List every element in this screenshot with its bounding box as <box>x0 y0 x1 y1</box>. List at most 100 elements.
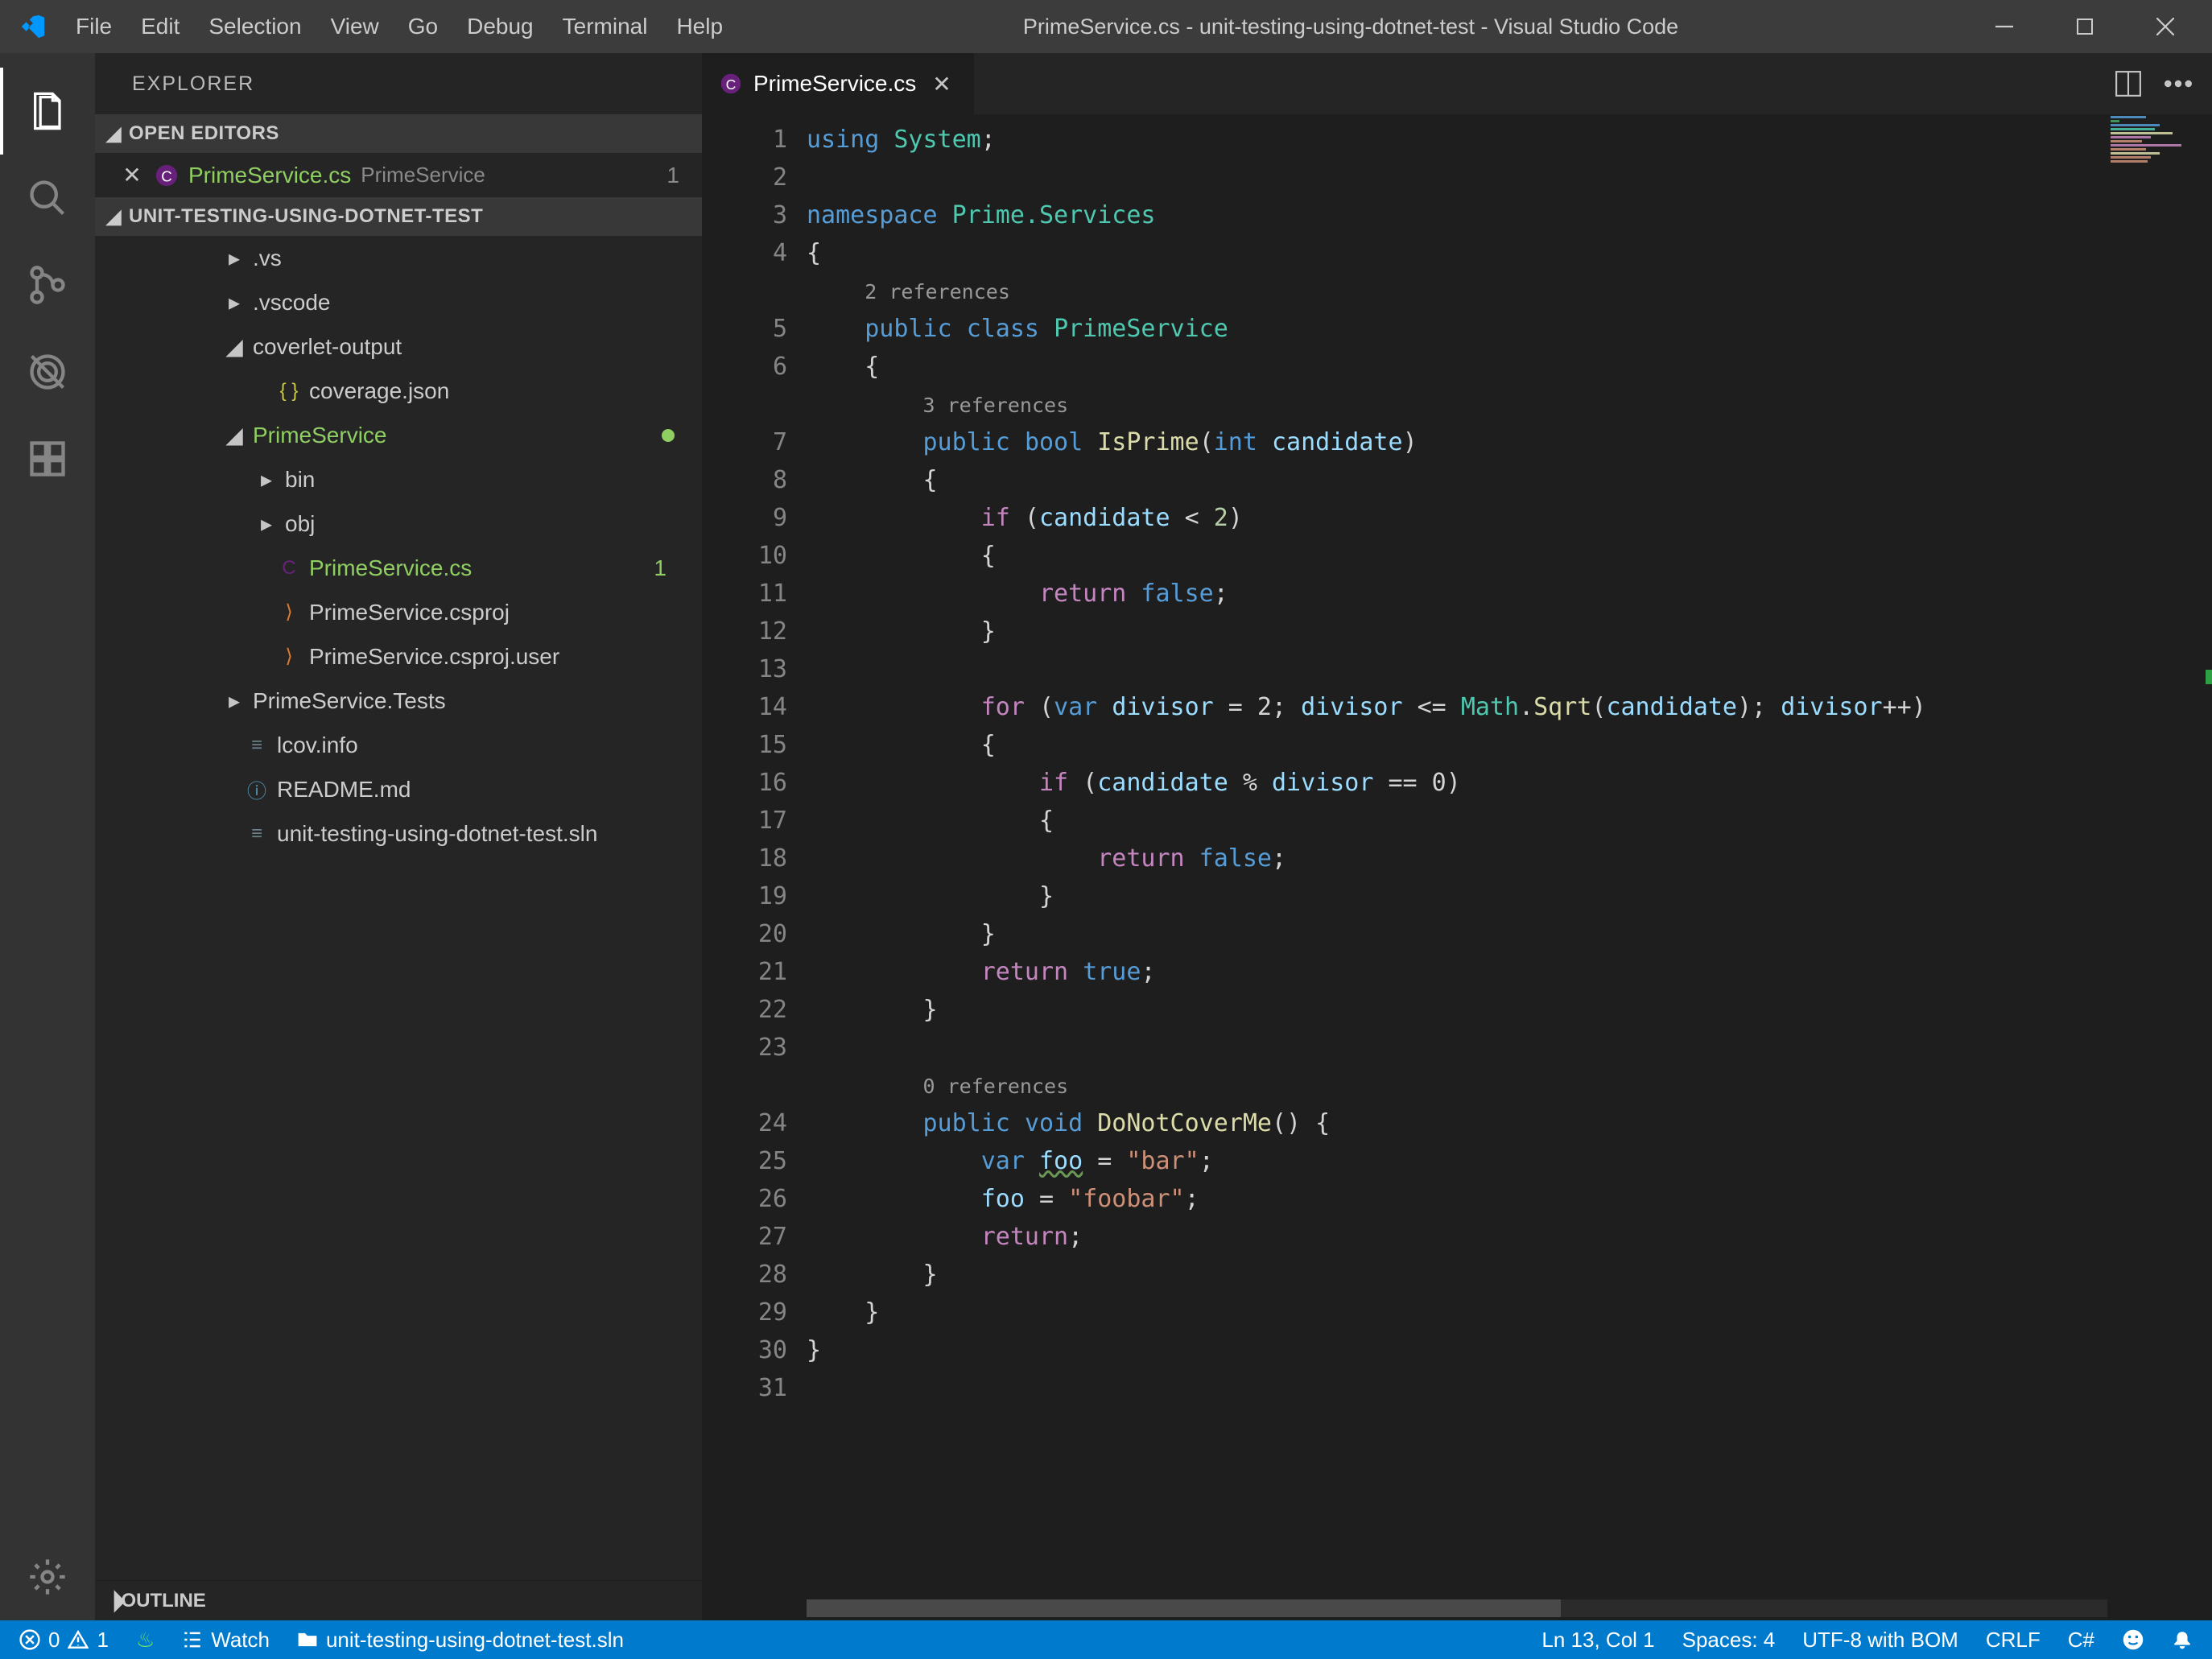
line-number: 26 <box>702 1180 787 1218</box>
activity-debug[interactable] <box>0 328 95 415</box>
code-line: return false; <box>807 840 2212 877</box>
status-spaces[interactable]: Spaces: 4 <box>1678 1620 1781 1659</box>
close-button[interactable] <box>2125 0 2206 53</box>
line-number: 23 <box>702 1029 787 1067</box>
file-coverage-json[interactable]: { }coverage.json <box>95 369 702 413</box>
horizontal-scrollbar[interactable] <box>807 1599 2107 1617</box>
line-number <box>702 272 787 310</box>
code-editor[interactable]: 1234567891011121314151617181920212223242… <box>702 114 2212 1620</box>
line-number: 22 <box>702 991 787 1029</box>
code-line: if (candidate < 2) <box>807 499 2212 537</box>
modified-dot-icon <box>662 429 675 442</box>
line-number: 10 <box>702 537 787 575</box>
menu-file[interactable]: File <box>61 0 126 53</box>
menu-selection[interactable]: Selection <box>194 0 316 53</box>
activity-bar <box>0 53 95 1620</box>
status-lang[interactable]: C# <box>2063 1620 2099 1659</box>
json-icon: { } <box>277 379 301 403</box>
activity-extensions[interactable] <box>0 415 95 502</box>
folder-PrimeService-Tests[interactable]: ▸PrimeService.Tests <box>95 679 702 723</box>
open-editor-item[interactable]: ✕ C PrimeService.cs PrimeService 1 <box>95 153 702 197</box>
open-editors-label: OPEN EDITORS <box>129 122 279 145</box>
tab-close-icon[interactable]: ✕ <box>927 71 955 97</box>
close-icon[interactable]: ✕ <box>119 162 145 188</box>
activity-explorer[interactable] <box>0 68 95 155</box>
menu-debug[interactable]: Debug <box>452 0 548 53</box>
code-line: } <box>807 1294 2212 1331</box>
status-notifications[interactable] <box>2167 1620 2198 1659</box>
status-watch[interactable]: Watch <box>177 1620 274 1659</box>
tree-item-label: coverlet-output <box>253 334 402 360</box>
activity-settings[interactable] <box>0 1533 95 1620</box>
code-line: } <box>807 1256 2212 1294</box>
scrollbar-thumb[interactable] <box>807 1599 1561 1617</box>
folder-coverlet-output[interactable]: ◢coverlet-output <box>95 324 702 369</box>
tab-bar: C PrimeService.cs ✕ <box>702 53 2212 114</box>
file-unit-testing-using-dotnet-test-sln[interactable]: ≡unit-testing-using-dotnet-test.sln <box>95 811 702 856</box>
code-line: { <box>807 461 2212 499</box>
minimize-button[interactable] <box>1964 0 2045 53</box>
maximize-button[interactable] <box>2045 0 2125 53</box>
smiley-icon <box>2122 1628 2144 1651</box>
info-icon: ⓘ <box>245 778 269 802</box>
file-PrimeService-cs[interactable]: CPrimeService.cs1 <box>95 546 702 590</box>
tree-item-label: lcov.info <box>277 733 358 758</box>
status-bar: 0 1 ♨ Watch unit-testing-using-dotnet-te… <box>0 1620 2212 1659</box>
folder-PrimeService[interactable]: ◢PrimeService <box>95 413 702 457</box>
minimap[interactable] <box>2107 114 2196 275</box>
activity-search[interactable] <box>0 155 95 241</box>
xml-icon: ⟩ <box>277 600 301 625</box>
line-number: 16 <box>702 764 787 802</box>
outline-header[interactable]: ◢ OUTLINE <box>95 1580 702 1620</box>
code-line: { <box>807 234 2212 272</box>
code-text[interactable]: using System;namespace Prime.Services{ 2… <box>807 114 2212 1620</box>
folder-obj[interactable]: ▸obj <box>95 501 702 546</box>
code-line: using System; <box>807 121 2212 159</box>
folder--vscode[interactable]: ▸.vscode <box>95 280 702 324</box>
code-line: return true; <box>807 953 2212 991</box>
code-line: } <box>807 991 2212 1029</box>
open-editors-header[interactable]: ◢ OPEN EDITORS <box>95 114 702 153</box>
file-lcov-info[interactable]: ≡lcov.info <box>95 723 702 767</box>
line-number: 13 <box>702 650 787 688</box>
more-actions-icon[interactable] <box>2160 66 2196 101</box>
folder--vs[interactable]: ▸.vs <box>95 236 702 280</box>
split-editor-icon[interactable] <box>2111 66 2146 101</box>
tree-item-label: .vs <box>253 246 282 271</box>
workspace-header[interactable]: ◢ UNIT-TESTING-USING-DOTNET-TEST <box>95 197 702 236</box>
code-line: return false; <box>807 575 2212 613</box>
csharp-icon: C <box>277 556 301 580</box>
line-number: 2 <box>702 159 787 196</box>
code-line: public void DoNotCoverMe() { <box>807 1104 2212 1142</box>
status-coverage[interactable]: ♨ <box>131 1620 159 1659</box>
file-PrimeService-csproj[interactable]: ⟩PrimeService.csproj <box>95 590 702 634</box>
code-line: } <box>807 1331 2212 1369</box>
activity-scm[interactable] <box>0 241 95 328</box>
code-line: { <box>807 726 2212 764</box>
overview-ruler[interactable] <box>2196 114 2212 1620</box>
menu-help[interactable]: Help <box>662 0 737 53</box>
code-line: namespace Prime.Services <box>807 196 2212 234</box>
menu-go[interactable]: Go <box>394 0 452 53</box>
file-PrimeService-csproj-user[interactable]: ⟩PrimeService.csproj.user <box>95 634 702 679</box>
chevron-right-icon: ▸ <box>224 289 245 316</box>
file-README-md[interactable]: ⓘREADME.md <box>95 767 702 811</box>
status-eol[interactable]: CRLF <box>1981 1620 2045 1659</box>
status-lncol[interactable]: Ln 13, Col 1 <box>1537 1620 1659 1659</box>
bell-icon <box>2172 1629 2193 1650</box>
status-encoding[interactable]: UTF-8 with BOM <box>1797 1620 1963 1659</box>
line-number: 5 <box>702 310 787 348</box>
folder-bin[interactable]: ▸bin <box>95 457 702 501</box>
tab-primeservice[interactable]: C PrimeService.cs ✕ <box>702 53 975 114</box>
flame-icon: ♨ <box>136 1628 155 1653</box>
outline-label: OUTLINE <box>121 1590 205 1612</box>
menu-terminal[interactable]: Terminal <box>548 0 662 53</box>
menu-view[interactable]: View <box>316 0 394 53</box>
code-line: { <box>807 348 2212 386</box>
status-feedback[interactable] <box>2117 1620 2149 1659</box>
line-number: 8 <box>702 461 787 499</box>
status-errors[interactable]: 0 1 <box>14 1620 113 1659</box>
chevron-right-icon: ▸ <box>256 510 277 537</box>
menu-edit[interactable]: Edit <box>126 0 194 53</box>
status-solution[interactable]: unit-testing-using-dotnet-test.sln <box>292 1620 629 1659</box>
